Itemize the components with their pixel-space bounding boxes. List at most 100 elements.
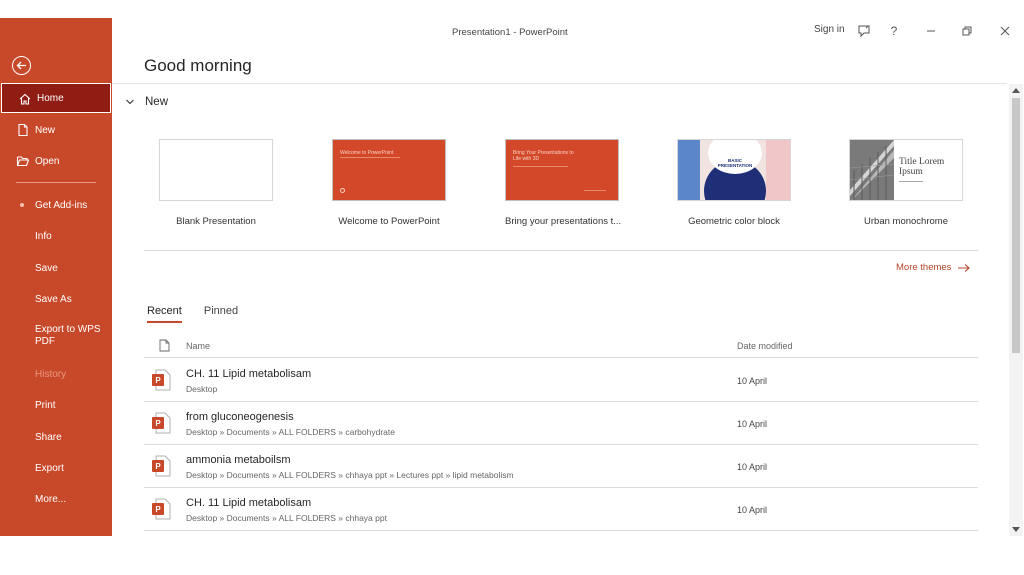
template-urban[interactable]: Title Lorem Ipsum Urban monochrome xyxy=(849,139,963,227)
sidebar-item-label: More... xyxy=(35,493,67,505)
sidebar-item-label: New xyxy=(35,124,56,136)
file-list-header: Name Date modified xyxy=(144,338,978,358)
file-date: 10 April xyxy=(737,419,768,429)
close-icon[interactable] xyxy=(995,23,1015,39)
file-date: 10 April xyxy=(737,376,768,386)
minimize-icon[interactable] xyxy=(921,23,941,39)
header-divider xyxy=(112,83,1007,84)
scroll-up-icon[interactable] xyxy=(1009,84,1023,96)
sidebar-divider xyxy=(16,182,96,183)
table-row[interactable]: P CH. 11 Lipid metabolisam Desktop » Doc… xyxy=(144,488,978,531)
greeting-title: Good morning xyxy=(144,56,252,75)
template-label: Welcome to PowerPoint xyxy=(338,216,440,227)
sidebar-item-label: History xyxy=(35,368,67,380)
sidebar-item-print[interactable]: Print xyxy=(0,390,112,420)
sidebar-item-label: Print xyxy=(35,399,56,411)
column-header-date[interactable]: Date modified xyxy=(737,341,793,351)
tab-pinned[interactable]: Pinned xyxy=(204,305,238,323)
thumb-line xyxy=(899,181,923,182)
thumb-text: Bring Your Presentations to Life with 3D xyxy=(513,150,574,162)
file-date: 10 April xyxy=(737,505,768,515)
new-section-toggle[interactable]: New xyxy=(125,96,168,108)
sidebar-item-label: Home xyxy=(37,92,64,104)
feedback-icon[interactable] xyxy=(854,23,874,39)
pptx-file-icon: P xyxy=(152,412,171,434)
pptx-file-icon: P xyxy=(152,455,171,477)
backstage-main: Presentation1 - PowerPoint Sign in ? Goo… xyxy=(112,18,1024,536)
thumb-text: Welcome to PowerPoint xyxy=(340,150,394,156)
sidebar-item-get-add-ins[interactable]: Get Add-ins xyxy=(0,190,112,220)
window-title: Presentation1 - PowerPoint xyxy=(452,27,568,38)
scrollbar-thumb[interactable] xyxy=(1012,98,1020,353)
template-blank[interactable]: Blank Presentation xyxy=(159,139,273,227)
thumb-block xyxy=(766,140,790,200)
sidebar-item-open[interactable]: Open xyxy=(0,146,112,176)
file-path: Desktop » Documents » ALL FOLDERS » carb… xyxy=(186,427,395,437)
powerpoint-window: Home New Open Get Add-ins Info Save Save… xyxy=(0,18,1024,536)
restore-icon[interactable] xyxy=(957,23,977,39)
template-geometric[interactable]: BASIC PRESENTATION Geometric color block xyxy=(677,139,791,227)
file-date: 10 April xyxy=(737,462,768,472)
sidebar-item-label: Save xyxy=(35,262,58,274)
file-name: CH. 11 Lipid metabolisam xyxy=(186,368,312,380)
help-icon[interactable]: ? xyxy=(884,23,904,39)
sign-in-link[interactable]: Sign in xyxy=(814,24,845,35)
template-thumbnail: Bring Your Presentations to Life with 3D xyxy=(505,139,619,201)
sidebar-item-save[interactable]: Save xyxy=(0,253,112,283)
sidebar-item-history: History xyxy=(0,359,112,389)
table-row[interactable]: P ammonia metaboilsm Desktop » Documents… xyxy=(144,445,978,488)
template-label: Geometric color block xyxy=(688,216,780,227)
table-row[interactable]: P CH. 11 Lipid metabolisam Desktop 10 Ap… xyxy=(144,359,978,402)
tab-recent[interactable]: Recent xyxy=(147,305,182,323)
file-path: Desktop xyxy=(186,384,218,394)
sidebar-item-label: Share xyxy=(35,431,62,443)
scroll-down-icon[interactable] xyxy=(1009,524,1023,536)
template-thumbnail: Welcome to PowerPoint xyxy=(332,139,446,201)
sidebar-item-export-wps-pdf[interactable]: Export to WPS PDF xyxy=(0,321,112,351)
sidebar-item-home[interactable]: Home xyxy=(1,83,111,113)
template-thumbnail: Title Lorem Ipsum xyxy=(849,139,963,201)
backstage-sidebar: Home New Open Get Add-ins Info Save Save… xyxy=(0,18,112,536)
template-3d[interactable]: Bring Your Presentations to Life with 3D… xyxy=(505,139,622,227)
table-row[interactable]: P from gluconeogenesis Desktop » Documen… xyxy=(144,402,978,445)
sidebar-item-new[interactable]: New xyxy=(0,115,112,145)
sidebar-item-more[interactable]: More... xyxy=(0,484,112,514)
templates-divider xyxy=(144,250,978,251)
sidebar-item-export[interactable]: Export xyxy=(0,453,112,483)
file-path: Desktop » Documents » ALL FOLDERS » chha… xyxy=(186,470,514,480)
file-path: Desktop » Documents » ALL FOLDERS » chha… xyxy=(186,513,387,523)
file-name: CH. 11 Lipid metabolisam xyxy=(186,497,312,509)
chevron-down-icon xyxy=(126,99,134,105)
file-name: from gluconeogenesis xyxy=(186,411,294,423)
template-label: Urban monochrome xyxy=(864,216,948,227)
sidebar-item-info[interactable]: Info xyxy=(0,221,112,251)
file-name: ammonia metaboilsm xyxy=(186,454,291,466)
template-thumbnail xyxy=(159,139,273,201)
thumb-line xyxy=(340,157,400,158)
more-themes-link[interactable]: More themes xyxy=(896,262,971,273)
sidebar-item-label: Info xyxy=(35,230,52,242)
dot-icon xyxy=(20,203,24,207)
template-label: Blank Presentation xyxy=(176,216,256,227)
thumb-block xyxy=(678,140,700,200)
template-welcome[interactable]: Welcome to PowerPoint Welcome to PowerPo… xyxy=(332,139,446,227)
thumb-text: BASIC PRESENTATION xyxy=(717,158,753,168)
thumb-line xyxy=(513,166,568,167)
sidebar-item-share[interactable]: Share xyxy=(0,422,112,452)
sidebar-item-label: Save As xyxy=(35,293,72,305)
thumb-text: Title Lorem Ipsum xyxy=(899,157,945,177)
thumb-building-image xyxy=(850,140,894,200)
sidebar-item-label: Get Add-ins xyxy=(35,199,88,211)
template-label: Bring your presentations t... xyxy=(505,216,622,227)
sidebar-item-label: Open xyxy=(35,155,60,167)
recent-pinned-tabs: Recent Pinned xyxy=(147,305,260,323)
sidebar-item-label: Export to WPS PDF xyxy=(35,324,101,347)
back-arrow-icon[interactable] xyxy=(12,56,31,75)
sidebar-item-label: Export xyxy=(35,462,64,474)
sidebar-item-save-as[interactable]: Save As xyxy=(0,284,112,314)
thumb-line xyxy=(584,190,606,191)
vertical-scrollbar[interactable] xyxy=(1009,84,1023,536)
thumb-dot-icon xyxy=(340,188,345,193)
column-header-name[interactable]: Name xyxy=(186,341,210,351)
home-icon xyxy=(19,93,31,105)
